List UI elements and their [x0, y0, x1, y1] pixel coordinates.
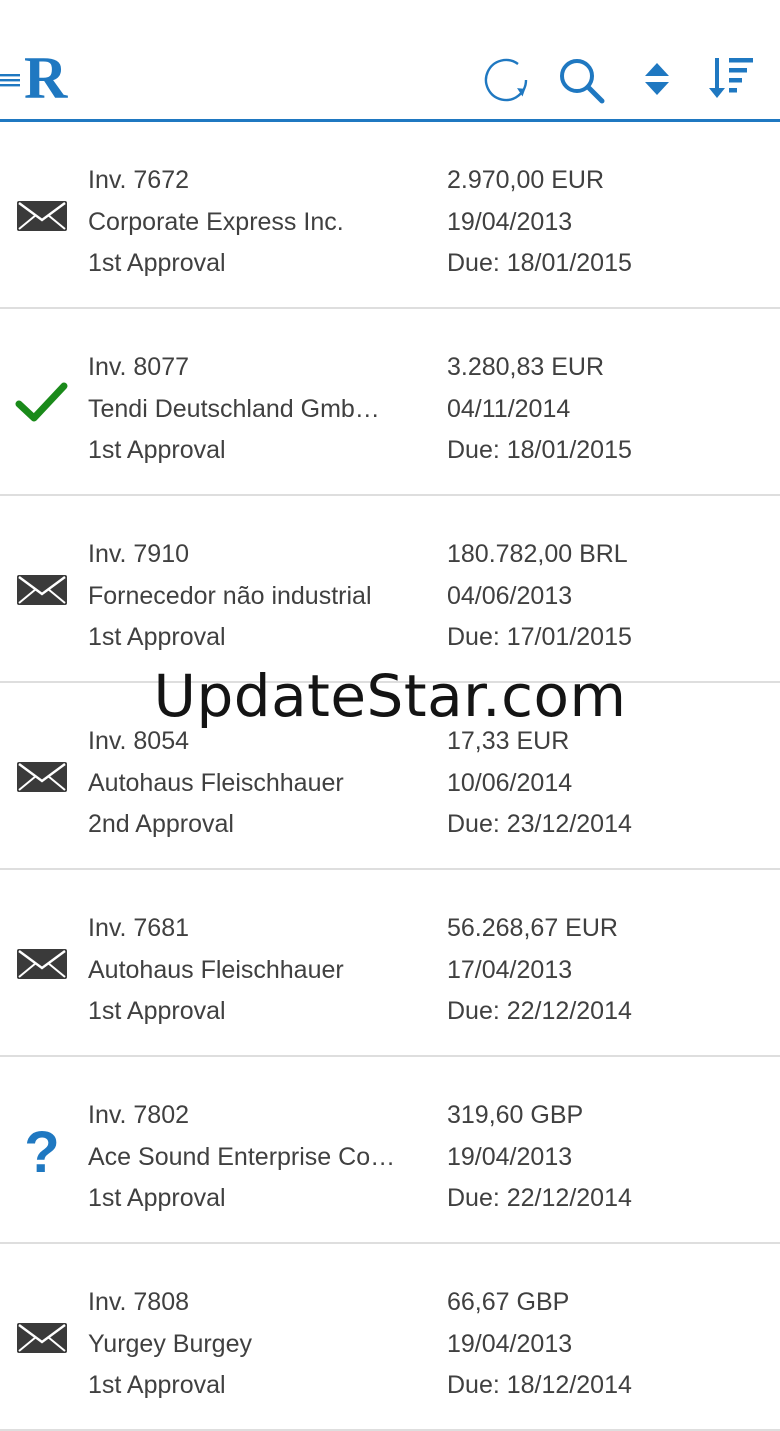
- envelope-icon: [14, 935, 70, 991]
- invoice-details: Inv. 8054 Autohaus Fleischhauer 2nd Appr…: [88, 721, 428, 846]
- svg-text:R: R: [24, 48, 68, 104]
- invoice-due: Due: 22/12/2014: [447, 1184, 632, 1212]
- refresh-button[interactable]: [478, 52, 534, 108]
- invoice-values: 56.268,67 EUR 17/04/2013 Due: 22/12/2014: [447, 908, 767, 1033]
- sort-toggle-button[interactable]: [628, 52, 684, 108]
- invoice-number: Inv. 7910: [88, 540, 190, 568]
- invoice-date: 10/06/2014: [447, 768, 573, 797]
- invoice-vendor: Autohaus Fleischhauer: [88, 768, 344, 797]
- invoice-date: 04/11/2014: [447, 394, 571, 423]
- invoice-details: Inv. 7681 Autohaus Fleischhauer 1st Appr…: [88, 908, 428, 1033]
- invoice-values: 2.970,00 EUR 19/04/2013 Due: 18/01/2015: [447, 160, 767, 285]
- invoice-row[interactable]: Inv. 8077 Tendi Deutschland Gmb… 1st App…: [0, 309, 780, 496]
- invoice-details: Inv. 7672 Corporate Express Inc. 1st App…: [88, 160, 428, 285]
- search-button[interactable]: [553, 52, 609, 108]
- invoice-due: Due: 18/01/2015: [447, 436, 632, 464]
- invoice-row[interactable]: Inv. 8054 Autohaus Fleischhauer 2nd Appr…: [0, 683, 780, 870]
- invoice-values: 319,60 GBP 19/04/2013 Due: 22/12/2014: [447, 1095, 767, 1220]
- sort-toggle-icon: [645, 63, 669, 95]
- invoice-amount: 17,33 EUR: [447, 727, 570, 755]
- invoice-number: Inv. 7681: [88, 914, 190, 942]
- invoice-vendor: Ace Sound Enterprise Co…: [88, 1142, 396, 1171]
- invoice-due: Due: 22/12/2014: [447, 997, 632, 1025]
- invoice-vendor: Fornecedor não industrial: [88, 581, 372, 610]
- invoice-date: 17/04/2013: [447, 955, 573, 984]
- refresh-icon: [484, 58, 528, 102]
- question-icon: ?: [14, 1122, 70, 1178]
- invoice-stage: 2nd Approval: [88, 810, 234, 838]
- invoice-date: 19/04/2013: [447, 1329, 573, 1358]
- invoice-date: 19/04/2013: [447, 1142, 573, 1171]
- invoice-due: Due: 17/01/2015: [447, 623, 632, 651]
- invoice-amount: 3.280,83 EUR: [447, 353, 605, 381]
- app-header: R: [0, 0, 780, 122]
- invoice-stage: 1st Approval: [88, 1184, 226, 1212]
- invoice-stage: 1st Approval: [88, 1371, 226, 1399]
- invoice-details: Inv. 7910 Fornecedor não industrial 1st …: [88, 534, 428, 659]
- invoice-number: Inv. 7802: [88, 1101, 190, 1129]
- invoice-vendor: Corporate Express Inc.: [88, 207, 344, 236]
- invoice-details: Inv. 7808 Yurgey Burgey 1st Approval: [88, 1282, 428, 1407]
- svg-text:?: ?: [24, 1122, 59, 1178]
- invoice-details: Inv. 7802 Ace Sound Enterprise Co… 1st A…: [88, 1095, 428, 1220]
- invoice-number: Inv. 7808: [88, 1288, 190, 1316]
- invoice-amount: 2.970,00 EUR: [447, 166, 605, 194]
- invoice-values: 17,33 EUR 10/06/2014 Due: 23/12/2014: [447, 721, 767, 846]
- invoice-due: Due: 23/12/2014: [447, 810, 632, 838]
- invoice-number: Inv. 8054: [88, 727, 190, 755]
- invoice-date: 19/04/2013: [447, 207, 573, 236]
- envelope-icon: [14, 1309, 70, 1365]
- checkmark-icon: [14, 374, 70, 430]
- invoice-values: 66,67 GBP 19/04/2013 Due: 18/12/2014: [447, 1282, 767, 1407]
- invoice-amount: 180.782,00 BRL: [447, 540, 628, 568]
- invoice-stage: 1st Approval: [88, 623, 226, 651]
- invoice-number: Inv. 8077: [88, 353, 190, 381]
- menu-icon[interactable]: [0, 70, 22, 90]
- invoice-number: Inv. 7672: [88, 166, 190, 194]
- sort-descending-icon: [709, 58, 753, 98]
- envelope-icon: [14, 187, 70, 243]
- envelope-icon: [14, 561, 70, 617]
- invoice-stage: 1st Approval: [88, 249, 226, 277]
- invoice-stage: 1st Approval: [88, 436, 226, 464]
- invoice-stage: 1st Approval: [88, 997, 226, 1025]
- invoice-vendor: Tendi Deutschland Gmb…: [88, 394, 380, 423]
- invoice-row[interactable]: ? Inv. 7802 Ace Sound Enterprise Co… 1st…: [0, 1057, 780, 1244]
- invoice-values: 180.782,00 BRL 04/06/2013 Due: 17/01/201…: [447, 534, 767, 659]
- invoice-row[interactable]: Inv. 7808 Yurgey Burgey 1st Approval 66,…: [0, 1244, 780, 1431]
- invoice-values: 3.280,83 EUR 04/11/2014 Due: 18/01/2015: [447, 347, 767, 472]
- envelope-icon: [14, 748, 70, 804]
- invoice-due: Due: 18/01/2015: [447, 249, 632, 277]
- invoice-details: Inv. 8077 Tendi Deutschland Gmb… 1st App…: [88, 347, 428, 472]
- invoice-amount: 319,60 GBP: [447, 1101, 584, 1129]
- app-logo: R: [24, 48, 68, 104]
- invoice-amount: 66,67 GBP: [447, 1288, 570, 1316]
- search-icon: [560, 59, 605, 104]
- invoice-list: Inv. 7672 Corporate Express Inc. 1st App…: [0, 122, 780, 1431]
- invoice-due: Due: 18/12/2014: [447, 1371, 632, 1399]
- invoice-vendor: Yurgey Burgey: [88, 1329, 252, 1358]
- sort-descending-button[interactable]: [703, 52, 759, 108]
- invoice-vendor: Autohaus Fleischhauer: [88, 955, 344, 984]
- invoice-row[interactable]: Inv. 7910 Fornecedor não industrial 1st …: [0, 496, 780, 683]
- invoice-row[interactable]: Inv. 7681 Autohaus Fleischhauer 1st Appr…: [0, 870, 780, 1057]
- invoice-date: 04/06/2013: [447, 581, 573, 610]
- invoice-amount: 56.268,67 EUR: [447, 914, 618, 942]
- invoice-row[interactable]: Inv. 7672 Corporate Express Inc. 1st App…: [0, 122, 780, 309]
